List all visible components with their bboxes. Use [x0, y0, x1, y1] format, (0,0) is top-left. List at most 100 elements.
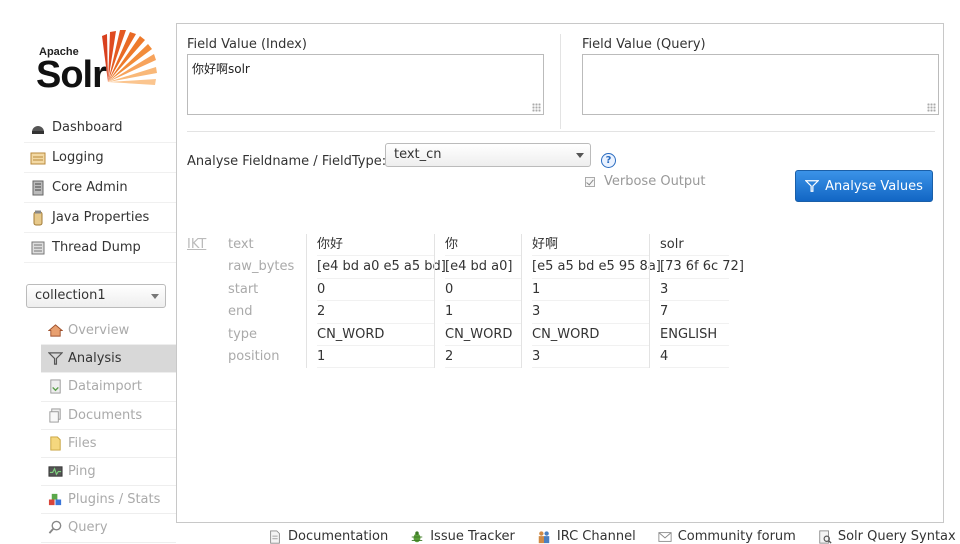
core-menu-item-overview[interactable]: Overview [41, 317, 176, 346]
token-end: 2 [317, 301, 434, 324]
documents-icon [49, 408, 61, 423]
token-type: CN_WORD [317, 324, 434, 346]
footer-link-label: Solr Query Syntax [837, 529, 956, 544]
menu-item-label: Dashboard [52, 120, 123, 135]
analyse-values-button[interactable]: Analyse Values [795, 170, 933, 202]
token-start: 1 [532, 279, 649, 302]
token-end: 1 [445, 301, 521, 324]
token-text: 好啊 [532, 234, 649, 257]
footer-link-label: Community forum [677, 529, 796, 544]
core-menu-item-documents[interactable]: Documents [41, 402, 176, 430]
core-menu-label: Query [68, 520, 108, 536]
mail-icon [658, 531, 672, 542]
checkbox-icon[interactable] [585, 176, 595, 187]
menu-item-java-properties[interactable]: Java Properties [24, 203, 176, 233]
attr-text: text [228, 237, 254, 252]
analyse-values-label: Analyse Values [825, 178, 923, 194]
footer-link-community-forum[interactable]: Community forum [658, 529, 796, 544]
index-value-input[interactable]: 你好啊solr [187, 54, 544, 115]
files-icon [50, 436, 61, 451]
query-value-input[interactable] [582, 54, 939, 115]
documentation-icon [270, 529, 280, 544]
irc-icon [538, 530, 550, 543]
menu-item-label: Thread Dump [52, 240, 141, 255]
token-position: 4 [660, 346, 729, 369]
menu-item-logging[interactable]: Logging [24, 143, 176, 173]
core-menu-label: Overview [68, 323, 130, 339]
token-column: solr [73 6f 6c 72] 3 7 ENGLISH 4 [649, 234, 744, 369]
core-menu-label: Dataimport [68, 379, 142, 395]
footer-link-documentation[interactable]: Documentation [268, 529, 388, 544]
main-menu: Dashboard Logging Core Admin Java Proper… [24, 113, 176, 263]
footer-links: Documentation Issue Tracker IRC Channel … [268, 529, 960, 544]
menu-item-label: Core Admin [52, 180, 128, 195]
core-menu-item-analysis[interactable]: Analysis [41, 345, 176, 374]
core-menu-item-plugins-stats[interactable]: Plugins / Stats [41, 486, 176, 515]
token-position: 2 [445, 346, 521, 369]
footer-link-label: Documentation [288, 529, 389, 544]
home-icon [48, 324, 63, 337]
core-menu-label: Files [68, 435, 97, 451]
core-menu-item-files[interactable]: Files [41, 430, 176, 458]
fieldtype-value: text_cn [394, 147, 442, 162]
core-menu-label: Plugins / Stats [68, 492, 161, 508]
help-icon[interactable]: ? [601, 153, 616, 168]
verbose-output-label: Verbose Output [604, 174, 706, 189]
token-end: 7 [660, 301, 729, 324]
bug-icon [411, 530, 423, 542]
token-raw-bytes: [73 6f 6c 72] [660, 256, 744, 279]
solr-logo[interactable]: Apache Solr [36, 30, 160, 100]
menu-item-thread-dump[interactable]: Thread Dump [24, 233, 176, 263]
fieldtype-label: Analyse Fieldname / FieldType: [187, 154, 387, 169]
menu-item-label: Java Properties [52, 210, 150, 225]
attr-end: end [228, 304, 253, 320]
token-raw-bytes: [e4 bd a0] [445, 256, 521, 279]
core-menu: Overview Analysis Dataimport Documents F… [41, 317, 176, 543]
horizontal-divider [187, 131, 935, 132]
vertical-divider [560, 34, 561, 129]
chevron-down-icon [151, 294, 159, 299]
token-type: CN_WORD [445, 324, 521, 346]
core-menu-item-query[interactable]: Query [41, 514, 176, 543]
token-text: solr [660, 234, 729, 257]
menu-item-core-admin[interactable]: Core Admin [24, 173, 176, 203]
footer-link-issue-tracker[interactable]: Issue Tracker [410, 529, 515, 544]
core-menu-label: Ping [68, 464, 96, 480]
token-raw-bytes: [e4 bd a0 e5 a5 bd] [317, 256, 446, 279]
token-column: 好啊 [e5 a5 bd e5 95 8a] 1 3 CN_WORD 3 [521, 234, 661, 369]
analysis-panel: Field Value (Index) 你好啊solr Field Value … [176, 23, 944, 523]
core-menu-label: Documents [68, 407, 143, 423]
menu-item-dashboard[interactable]: Dashboard [24, 113, 176, 143]
token-type: CN_WORD [532, 324, 649, 346]
token-column: 你 [e4 bd a0] 0 1 CN_WORD 2 [434, 234, 521, 369]
attr-raw-bytes: raw_bytes [228, 259, 295, 275]
core-selector-value: collection1 [35, 288, 106, 303]
ping-icon [48, 466, 63, 477]
token-end: 3 [532, 301, 649, 324]
token-start: 0 [445, 279, 521, 302]
token-start: 3 [660, 279, 729, 302]
attr-type: type [228, 326, 258, 342]
footer-link-label: IRC Channel [556, 529, 636, 544]
core-menu-item-dataimport[interactable]: Dataimport [41, 373, 176, 402]
core-menu-label: Analysis [68, 351, 122, 367]
dashboard-icon [32, 125, 44, 134]
verbose-output-checkbox[interactable]: Verbose Output [585, 174, 706, 189]
tokenizer-name-link[interactable]: IKT [187, 237, 206, 252]
core-admin-icon [32, 180, 44, 195]
sun-icon [102, 30, 157, 85]
resize-grip-icon[interactable] [532, 103, 541, 112]
footer-link-irc-channel[interactable]: IRC Channel [537, 529, 636, 544]
index-value-label: Field Value (Index) [187, 37, 307, 52]
token-position: 1 [317, 346, 434, 369]
footer-link-solr-query-syntax[interactable]: Solr Query Syntax [818, 529, 956, 544]
chevron-down-icon [576, 153, 584, 158]
fieldtype-select[interactable]: text_cn [385, 143, 591, 167]
resize-grip-icon[interactable] [927, 103, 936, 112]
menu-item-label: Logging [52, 150, 104, 165]
core-menu-item-ping[interactable]: Ping [41, 458, 176, 487]
token-type: ENGLISH [660, 324, 729, 346]
plugins-icon [48, 494, 62, 506]
core-selector[interactable]: collection1 [26, 284, 166, 308]
filter-icon [48, 352, 63, 366]
